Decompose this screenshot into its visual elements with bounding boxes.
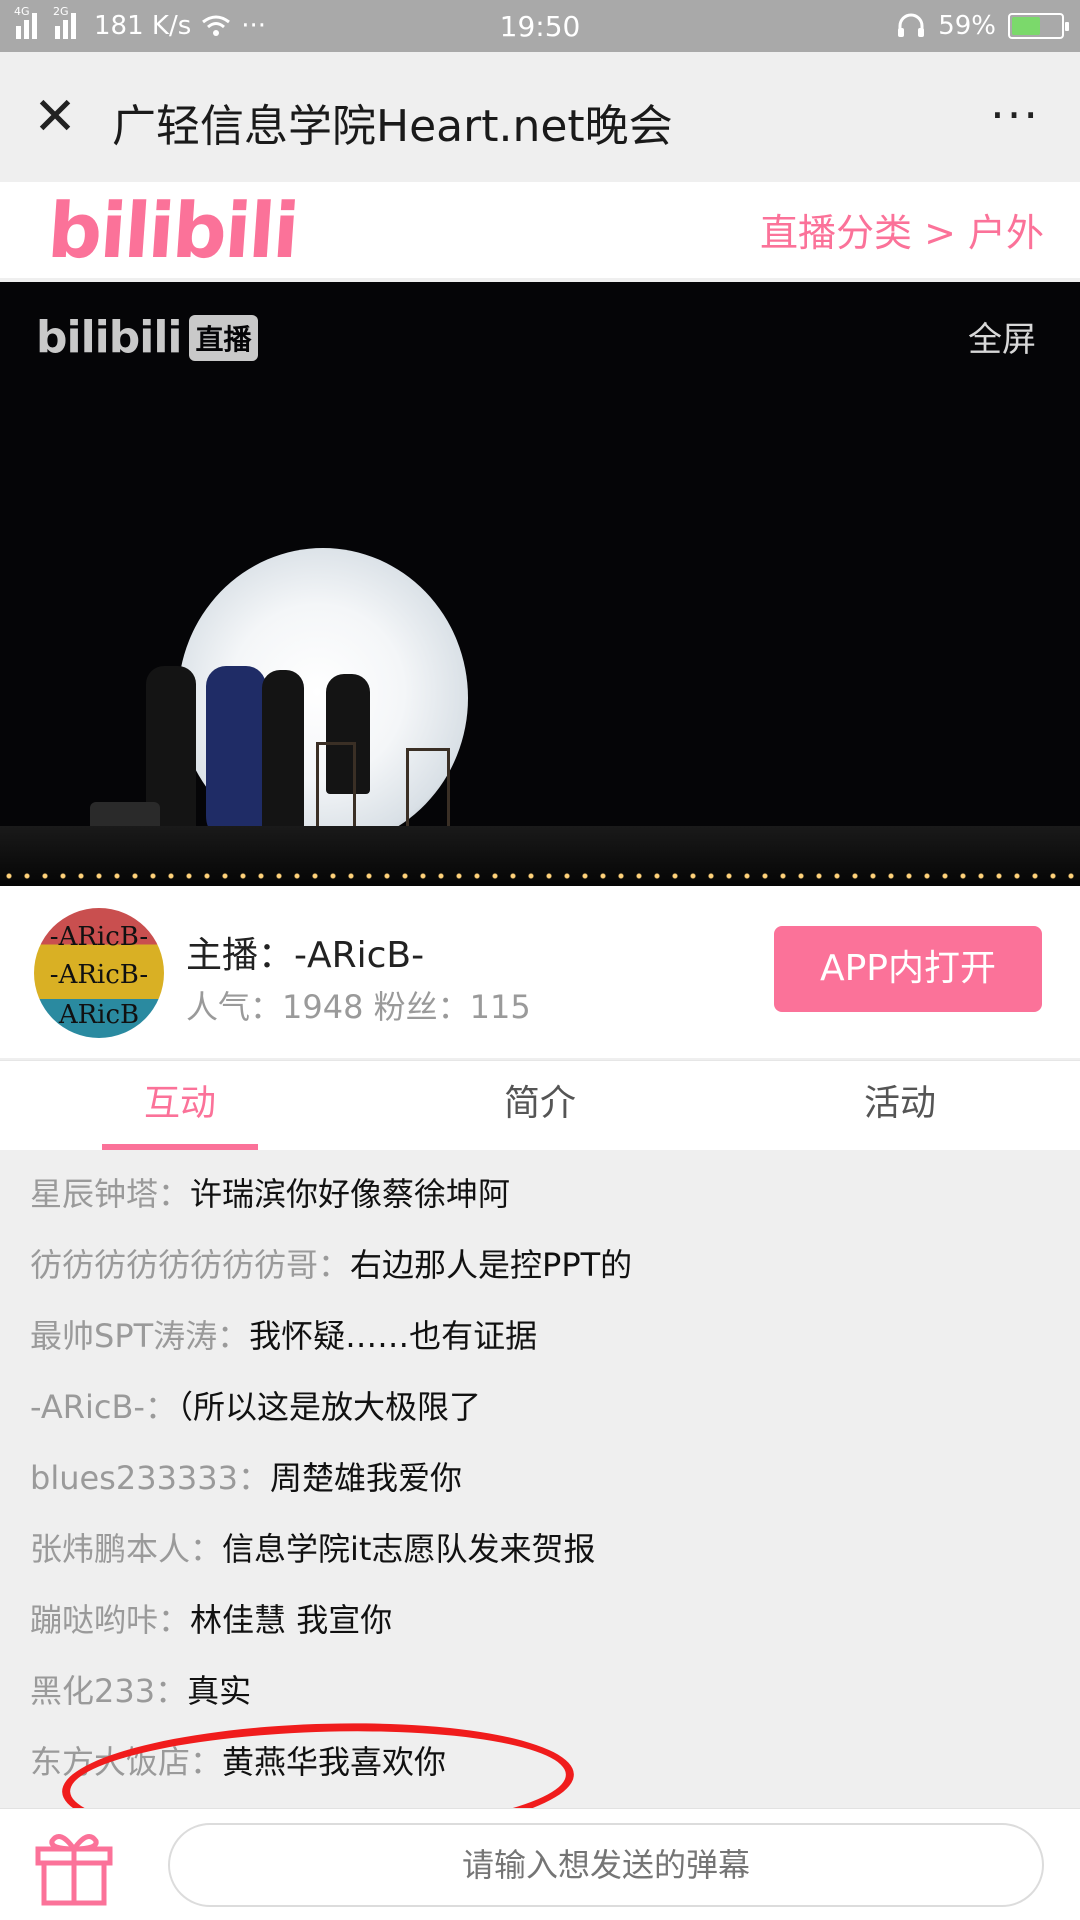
comment-user: 黑化233： — [30, 1672, 188, 1710]
comment-text: 信息学院it志愿队发来贺报 — [222, 1530, 596, 1568]
comment-text: 黄燕华我喜欢你 — [222, 1743, 447, 1781]
stage-lights — [0, 872, 1080, 880]
list-item: 蹦哒哟咔：林佳慧 我宣你 — [0, 1590, 1080, 1661]
close-button[interactable]: ✕ — [30, 91, 80, 143]
comment-text: 右边那人是控PPT的 — [350, 1246, 633, 1284]
list-item: 最帅SPT涛涛：我怀疑……也有证据 — [0, 1306, 1080, 1377]
list-item: 张炜鹏本人：信息学院it志愿队发来贺报 — [0, 1519, 1080, 1590]
status-bar: 4G 2G 181 K/s ··· 19:50 59% — [0, 0, 1080, 52]
comment-text: 周楚雄我爱你 — [270, 1459, 463, 1497]
list-item: blues233333：周楚雄我爱你 — [0, 1448, 1080, 1519]
danmaku-input[interactable] — [168, 1823, 1044, 1907]
comment-user: 彷彷彷彷彷彷彷彷哥： — [30, 1246, 351, 1284]
tab-introduction[interactable]: 简介 — [360, 1061, 720, 1150]
performer-figure — [262, 670, 304, 830]
title-bar: ✕ 广轻信息学院Heart.net晚会 ··· — [0, 52, 1080, 182]
fullscreen-button[interactable]: 全屏 — [968, 312, 1036, 361]
bottom-input-bar — [0, 1808, 1080, 1920]
list-item: 星辰钟塔：许瑞滨你好像蔡徐坤阿 — [0, 1164, 1080, 1235]
app-root: 4G 2G 181 K/s ··· 19:50 59% ✕ 广轻信息学院Hear… — [0, 0, 1080, 1920]
status-right: 59% — [896, 11, 1069, 41]
comment-user: 东方大饭店： — [30, 1743, 223, 1781]
video-player[interactable]: bilibili 直播 全屏 — [0, 282, 1080, 886]
comment-text: 许瑞滨你好像蔡徐坤阿 — [190, 1175, 511, 1213]
battery-percent: 59% — [938, 11, 996, 41]
more-menu-button[interactable]: ··· — [990, 92, 1040, 138]
tab-activity[interactable]: 活动 — [720, 1061, 1080, 1150]
tab-bar: 互动 简介 活动 — [0, 1060, 1080, 1150]
comment-user: 张炜鹏本人： — [30, 1530, 223, 1568]
avatar-text: ARicB — [58, 1000, 140, 1030]
comment-user: blues233333： — [30, 1459, 271, 1497]
comment-user: 蹦哒哟咔： — [30, 1601, 191, 1639]
comment-user: -ARicB-： — [30, 1388, 177, 1426]
list-item: 东方大饭店：黄燕华我喜欢你 — [0, 1732, 1080, 1803]
video-watermark: bilibili 直播 — [36, 312, 258, 363]
list-item: 彷彷彷彷彷彷彷彷哥：右边那人是控PPT的 — [0, 1235, 1080, 1306]
avatar-text: -ARicB- — [49, 960, 149, 990]
tab-interaction[interactable]: 互动 — [0, 1061, 360, 1150]
video-logo-text: bilibili — [36, 312, 182, 363]
anchor-name: 主播：-ARicB- — [186, 935, 425, 976]
battery-icon — [1008, 13, 1069, 39]
comment-user: 最帅SPT涛涛： — [30, 1317, 250, 1355]
streamer-info: -ARicB- -ARicB- ARicB 主播：-ARicB- 人气：1948… — [0, 886, 1080, 1058]
danmaku-list: 星辰钟塔：许瑞滨你好像蔡徐坤阿 彷彷彷彷彷彷彷彷哥：右边那人是控PPT的 最帅S… — [0, 1150, 1080, 1808]
category-breadcrumb[interactable]: 直播分类 > 户外 — [760, 202, 1044, 257]
live-badge: 直播 — [189, 314, 258, 361]
bilibili-logo[interactable]: bilibili — [45, 186, 300, 275]
avatar-text: -ARicB- — [49, 922, 149, 952]
headset-icon — [898, 13, 925, 37]
performer-figure — [206, 666, 266, 846]
battery-fill — [1012, 17, 1041, 35]
comment-text: （所以这是放大极限了 — [176, 1388, 481, 1426]
list-item: 黑化233：真实 — [0, 1661, 1080, 1732]
comment-text: 真实 — [187, 1672, 252, 1710]
gift-icon[interactable] — [34, 1827, 114, 1907]
open-in-app-button[interactable]: APP内打开 — [774, 926, 1042, 1012]
comment-text: 我怀疑……也有证据 — [249, 1317, 538, 1355]
comment-user: 星辰钟塔： — [30, 1175, 191, 1213]
comment-text: 林佳慧 我宣你 — [190, 1601, 393, 1639]
list-item: -ARicB-：（所以这是放大极限了 — [0, 1377, 1080, 1448]
streamer-stats: 人气：1948 粉丝：115 — [186, 988, 531, 1026]
bilibili-header: bilibili 直播分类 > 户外 — [0, 182, 1080, 278]
page-title: 广轻信息学院Heart.net晚会 — [112, 101, 673, 152]
avatar[interactable]: -ARicB- -ARicB- ARicB — [34, 908, 164, 1038]
